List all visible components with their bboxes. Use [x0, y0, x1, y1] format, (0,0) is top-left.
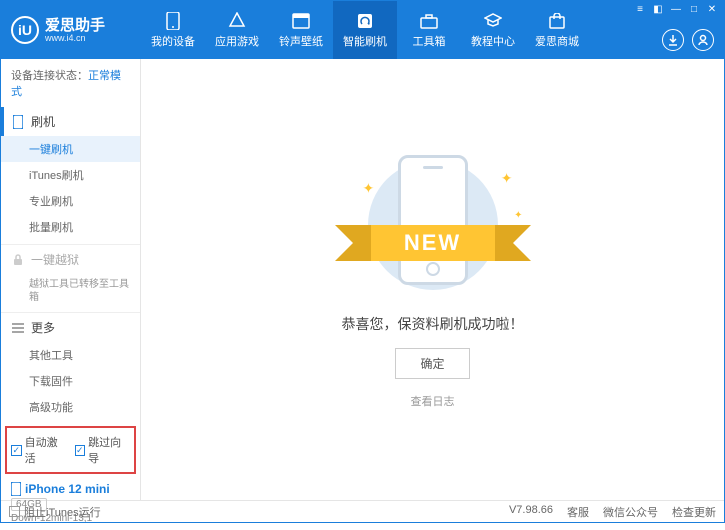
sidebar-more-section: 更多 其他工具 下载固件 高级功能 [1, 313, 140, 424]
nav-store[interactable]: 爱思商城 [525, 1, 589, 59]
apps-icon [227, 11, 247, 31]
flash-icon [355, 11, 375, 31]
sidebar-more-head[interactable]: 更多 [1, 313, 140, 342]
nav-toolbox[interactable]: 工具箱 [397, 1, 461, 59]
sidebar-item-pro-flash[interactable]: 专业刷机 [1, 188, 140, 214]
app-header: iU 爱思助手 www.i4.cn 我的设备 应用游戏 铃声壁纸 智能刷机 工具… [1, 1, 724, 59]
maximize-icon[interactable]: □ [688, 3, 700, 15]
nav-label: 我的设备 [151, 33, 195, 49]
section-label: 一键越狱 [31, 251, 79, 268]
version-label: V7.98.66 [509, 504, 553, 520]
new-ribbon: NEW [353, 225, 513, 261]
minimize-icon[interactable]: — [670, 3, 682, 15]
view-log-link[interactable]: 查看日志 [411, 393, 455, 409]
sidebar-item-advanced[interactable]: 高级功能 [1, 394, 140, 420]
checkbox-icon: ✓ [75, 445, 86, 456]
account-button[interactable] [692, 29, 714, 51]
lock-icon [11, 253, 25, 267]
nav-ringtone-wallpaper[interactable]: 铃声壁纸 [269, 1, 333, 59]
sidebar-flash-head[interactable]: 刷机 [1, 107, 140, 136]
app-name: 爱思助手 [45, 18, 105, 33]
footer-right: V7.98.66 客服 微信公众号 检查更新 [509, 504, 716, 520]
sidebar-item-other-tools[interactable]: 其他工具 [1, 342, 140, 368]
logo-area: iU 爱思助手 www.i4.cn [1, 16, 141, 44]
checkbox-icon [9, 506, 20, 517]
sidebar-flash-section: 刷机 一键刷机 iTunes刷机 专业刷机 批量刷机 [1, 107, 140, 245]
footer-link-update[interactable]: 检查更新 [672, 504, 716, 520]
nav-my-device[interactable]: 我的设备 [141, 1, 205, 59]
logo-icon: iU [11, 16, 39, 44]
checkbox-block-itunes[interactable]: 阻止iTunes运行 [9, 504, 101, 520]
toolbox-icon [419, 11, 439, 31]
status-label: 设备连接状态： [11, 70, 88, 82]
checkbox-label: 阻止iTunes运行 [24, 504, 101, 520]
app-url: www.i4.cn [45, 33, 105, 43]
phone-illustration [398, 155, 468, 285]
download-button[interactable] [662, 29, 684, 51]
sidebar: 设备连接状态：正常模式 刷机 一键刷机 iTunes刷机 专业刷机 批量刷机 一… [1, 59, 141, 500]
ok-button[interactable]: 确定 [395, 348, 469, 379]
store-icon [547, 11, 567, 31]
nav-label: 智能刷机 [343, 33, 387, 49]
header-action-circles [662, 29, 714, 51]
checkbox-icon: ✓ [11, 445, 22, 456]
checkbox-label: 自动激活 [25, 434, 67, 466]
device-name: iPhone 12 mini [25, 482, 110, 496]
close-icon[interactable]: ✕ [706, 3, 718, 15]
device-name-row: iPhone 12 mini [11, 482, 130, 496]
media-icon [291, 11, 311, 31]
section-label: 更多 [31, 319, 55, 336]
nav-label: 应用游戏 [215, 33, 259, 49]
success-message: 恭喜您，保资料刷机成功啦！ [342, 314, 524, 334]
connection-status: 设备连接状态：正常模式 [1, 59, 140, 107]
menu-icon[interactable]: ≡ [634, 3, 646, 15]
sidebar-jailbreak-section: 一键越狱 越狱工具已转移至工具箱 [1, 245, 140, 313]
sidebar-item-itunes-flash[interactable]: iTunes刷机 [1, 162, 140, 188]
flash-options-highlighted: ✓ 自动激活 ✓ 跳过向导 [5, 426, 136, 474]
phone-icon [11, 115, 25, 129]
sidebar-item-download-firmware[interactable]: 下载固件 [1, 368, 140, 394]
phone-icon [11, 482, 21, 496]
sidebar-item-batch-flash[interactable]: 批量刷机 [1, 214, 140, 240]
skin-icon[interactable]: ◧ [652, 3, 664, 15]
phone-icon [163, 11, 183, 31]
jailbreak-note: 越狱工具已转移至工具箱 [1, 274, 140, 308]
nav-label: 工具箱 [413, 33, 446, 49]
list-icon [11, 321, 25, 335]
tutorial-icon [483, 11, 503, 31]
section-label: 刷机 [31, 113, 55, 130]
checkbox-auto-activate[interactable]: ✓ 自动激活 [11, 434, 67, 466]
nav-tutorial[interactable]: 教程中心 [461, 1, 525, 59]
sidebar-jailbreak-head[interactable]: 一键越狱 [1, 245, 140, 274]
nav-label: 爱思商城 [535, 33, 579, 49]
main-content: ✦ ✦ ✦ NEW 恭喜您，保资料刷机成功啦！ 确定 查看日志 [141, 59, 724, 500]
nav-label: 铃声壁纸 [279, 33, 323, 49]
success-illustration: ✦ ✦ ✦ NEW [333, 150, 533, 300]
nav-apps-games[interactable]: 应用游戏 [205, 1, 269, 59]
checkbox-skip-guide[interactable]: ✓ 跳过向导 [75, 434, 131, 466]
nav-smart-flash[interactable]: 智能刷机 [333, 1, 397, 59]
sidebar-item-oneclick-flash[interactable]: 一键刷机 [1, 136, 140, 162]
window-controls: ≡ ◧ — □ ✕ [634, 3, 718, 15]
footer-link-wechat[interactable]: 微信公众号 [603, 504, 658, 520]
nav-label: 教程中心 [471, 33, 515, 49]
footer-link-support[interactable]: 客服 [567, 504, 589, 520]
app-body: 设备连接状态：正常模式 刷机 一键刷机 iTunes刷机 专业刷机 批量刷机 一… [1, 59, 724, 500]
checkbox-label: 跳过向导 [88, 434, 130, 466]
